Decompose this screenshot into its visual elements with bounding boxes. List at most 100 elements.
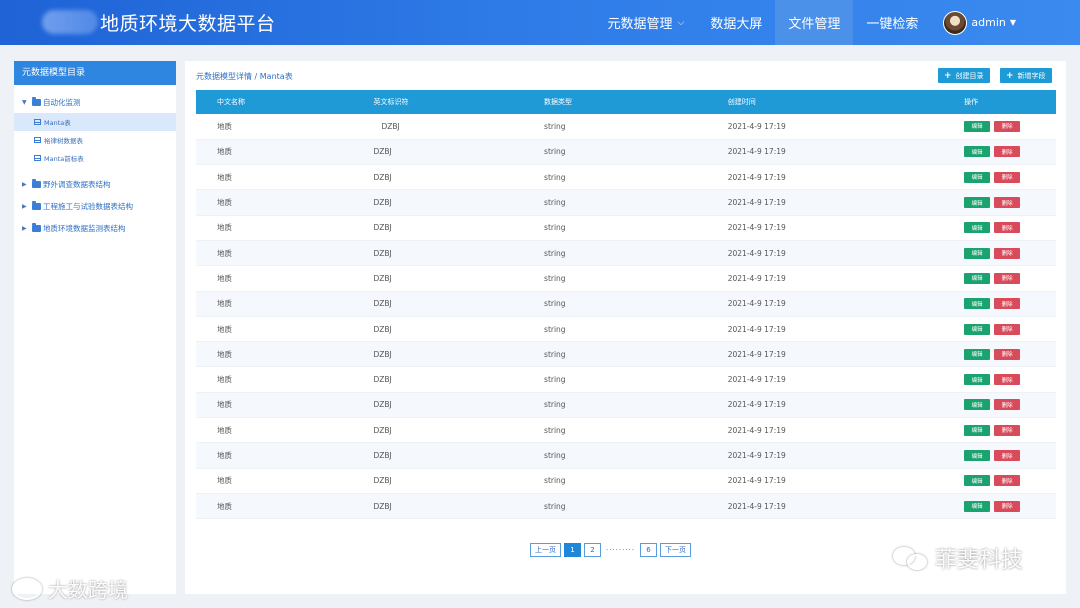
cell-en-id: DZBJ xyxy=(352,366,524,393)
delete-button[interactable]: 删除 xyxy=(994,247,1021,259)
cell-type: string xyxy=(523,316,707,343)
cell-type: string xyxy=(523,366,707,393)
column-header-actions-label: 操作 xyxy=(964,98,979,106)
edit-button[interactable]: 编辑 xyxy=(964,222,991,234)
delete-button[interactable]: 删除 xyxy=(994,272,1021,284)
delete-button[interactable]: 删除 xyxy=(994,298,1021,310)
delete-button[interactable]: 删除 xyxy=(994,197,1021,209)
cell-en-id: DZBJ xyxy=(352,468,524,494)
delete-button[interactable]: 删除 xyxy=(994,120,1021,132)
edit-button[interactable]: 编辑 xyxy=(964,348,991,360)
wechat-icon xyxy=(893,545,929,571)
cell-en-id: DZBJ xyxy=(352,114,524,140)
table-icon xyxy=(34,155,41,161)
tree-leaf-label: Manta表 xyxy=(44,119,71,127)
tree-node-field-survey[interactable]: ▶ 野外调查数据表结构 xyxy=(14,173,176,195)
column-header-type[interactable]: 数据类型 xyxy=(523,90,707,114)
edit-button[interactable]: 编辑 xyxy=(964,323,991,335)
fields-table: 中文名称 英文标识符 数据类型 创建时间 操作 地质 DZBJ string 2021… xyxy=(196,90,1056,520)
table-row: 地质 DZBJ string 2021-4-9 17:19 编辑 删除 xyxy=(196,316,1056,343)
cell-actions: 编辑 删除 xyxy=(959,240,1056,267)
page-button-2[interactable]: 2 xyxy=(584,543,601,557)
delete-button[interactable]: 删除 xyxy=(994,171,1021,183)
edit-button[interactable]: 编辑 xyxy=(964,374,991,386)
watermark-left-text: 大数跨境 xyxy=(48,578,128,602)
tree-leaf-2[interactable]: 裕律树数据表 xyxy=(14,131,176,149)
edit-button[interactable]: 编辑 xyxy=(964,500,991,512)
prev-page-button[interactable]: 上一页 xyxy=(530,543,561,557)
tree-leaf-3[interactable]: Manta前标表 xyxy=(14,149,176,167)
next-page-button[interactable]: 下一页 xyxy=(660,543,692,557)
cell-cn-name: 地质 xyxy=(196,366,353,393)
edit-button[interactable]: 编辑 xyxy=(964,424,991,436)
expand-arrow-icon[interactable]: ▼ xyxy=(22,99,32,106)
edit-button[interactable]: 编辑 xyxy=(964,247,991,259)
edit-button[interactable]: 编辑 xyxy=(964,272,991,284)
nav-label: 元数据管理 xyxy=(607,17,673,32)
cell-cn-name: 地质 xyxy=(196,164,353,191)
nav-data-screen[interactable]: 数据大屏 xyxy=(697,0,775,45)
cell-type: string xyxy=(523,139,707,166)
nav-metadata-management[interactable]: 元数据管理 ⌵ xyxy=(594,0,697,45)
button-label: 创建目录 xyxy=(955,71,984,80)
expand-arrow-icon[interactable]: ▶ xyxy=(22,225,32,232)
expand-arrow-icon[interactable]: ▶ xyxy=(22,181,32,188)
column-header-en-id[interactable]: 英文标识符 xyxy=(352,90,524,114)
edit-button[interactable]: 编辑 xyxy=(964,475,991,487)
cell-en-id: DZBJ xyxy=(352,139,524,166)
cell-actions: 编辑 删除 xyxy=(959,417,1056,444)
pagination: 上一页 1 2 ········· 6 下一页 xyxy=(530,543,692,557)
tree-leaf-manta[interactable]: Manta表 xyxy=(14,113,176,131)
cell-created: 2021-4-9 17:19 xyxy=(706,114,960,140)
cell-type: string xyxy=(523,189,707,216)
avatar xyxy=(943,10,968,35)
chevron-down-icon: ⌵ xyxy=(677,17,685,28)
tree-node-engineering[interactable]: ▶ 工程施工与试验数据表结构 xyxy=(14,195,176,217)
tree-node-geo-monitoring[interactable]: ▶ 地质环境数据监测表结构 xyxy=(14,217,176,239)
delete-button[interactable]: 删除 xyxy=(994,323,1021,335)
edit-button[interactable]: 编辑 xyxy=(964,146,991,158)
delete-button[interactable]: 删除 xyxy=(994,399,1021,411)
page-button-1[interactable]: 1 xyxy=(564,543,581,557)
delete-button[interactable]: 删除 xyxy=(994,146,1021,158)
edit-button[interactable]: 编辑 xyxy=(964,171,991,183)
table-row: 地质 DZBJ string 2021-4-9 17:19 编辑 删除 xyxy=(196,493,1056,520)
edit-button[interactable]: 编辑 xyxy=(964,399,991,411)
user-menu[interactable]: admin ▼ xyxy=(931,0,1080,45)
edit-button[interactable]: 编辑 xyxy=(964,298,991,310)
edit-button[interactable]: 编辑 xyxy=(964,120,991,132)
table-row: 地质 DZBJ string 2021-4-9 17:19 编辑 删除 xyxy=(196,442,1056,469)
delete-button[interactable]: 删除 xyxy=(994,450,1021,461)
delete-button[interactable]: 删除 xyxy=(994,475,1021,487)
tree-node-automation-monitoring[interactable]: ▼ 自动化监测 xyxy=(14,91,176,113)
nav-file-management[interactable]: 文件管理 xyxy=(775,0,854,45)
delete-button[interactable]: 删除 xyxy=(994,500,1021,512)
create-directory-button[interactable]: + 创建目录 xyxy=(938,68,990,83)
column-header-created[interactable]: 创建时间 xyxy=(706,90,960,114)
add-field-button[interactable]: + 新增字段 xyxy=(1000,68,1052,83)
cell-en-id: DZBJ xyxy=(352,215,524,241)
edit-button[interactable]: 编辑 xyxy=(964,450,991,461)
cell-created: 2021-4-9 17:19 xyxy=(706,265,960,292)
page-button-last[interactable]: 6 xyxy=(640,543,658,557)
tree-leaf-label: Manta前标表 xyxy=(44,155,84,163)
column-header-cn-name[interactable]: 中文名称 xyxy=(196,90,353,114)
cell-actions: 编辑 删除 xyxy=(959,189,1056,216)
cell-actions: 编辑 删除 xyxy=(959,493,1056,520)
edit-button[interactable]: 编辑 xyxy=(964,197,991,209)
cell-cn-name: 地质 xyxy=(196,468,353,494)
delete-button[interactable]: 删除 xyxy=(994,348,1021,360)
delete-button[interactable]: 删除 xyxy=(994,222,1021,234)
cell-en-id: DZBJ xyxy=(352,240,524,267)
top-navbar: 地质环境大数据平台 元数据管理 ⌵ 数据大屏 文件管理 一键检索 admin ▼ xyxy=(0,0,1080,45)
cell-type: string xyxy=(523,493,707,520)
main-nav: 元数据管理 ⌵ 数据大屏 文件管理 一键检索 admin ▼ xyxy=(594,0,1080,45)
expand-arrow-icon[interactable]: ▶ xyxy=(22,203,32,210)
cell-cn-name: 地质 xyxy=(196,442,353,469)
delete-button[interactable]: 删除 xyxy=(994,374,1021,386)
table-row: 地质 DZBJ string 2021-4-9 17:19 编辑 删除 xyxy=(196,114,1056,140)
delete-button[interactable]: 删除 xyxy=(994,424,1021,436)
nav-one-click-search[interactable]: 一键检索 xyxy=(853,0,931,45)
cell-en-id: DZBJ xyxy=(352,291,524,317)
cell-cn-name: 地质 xyxy=(196,392,353,419)
